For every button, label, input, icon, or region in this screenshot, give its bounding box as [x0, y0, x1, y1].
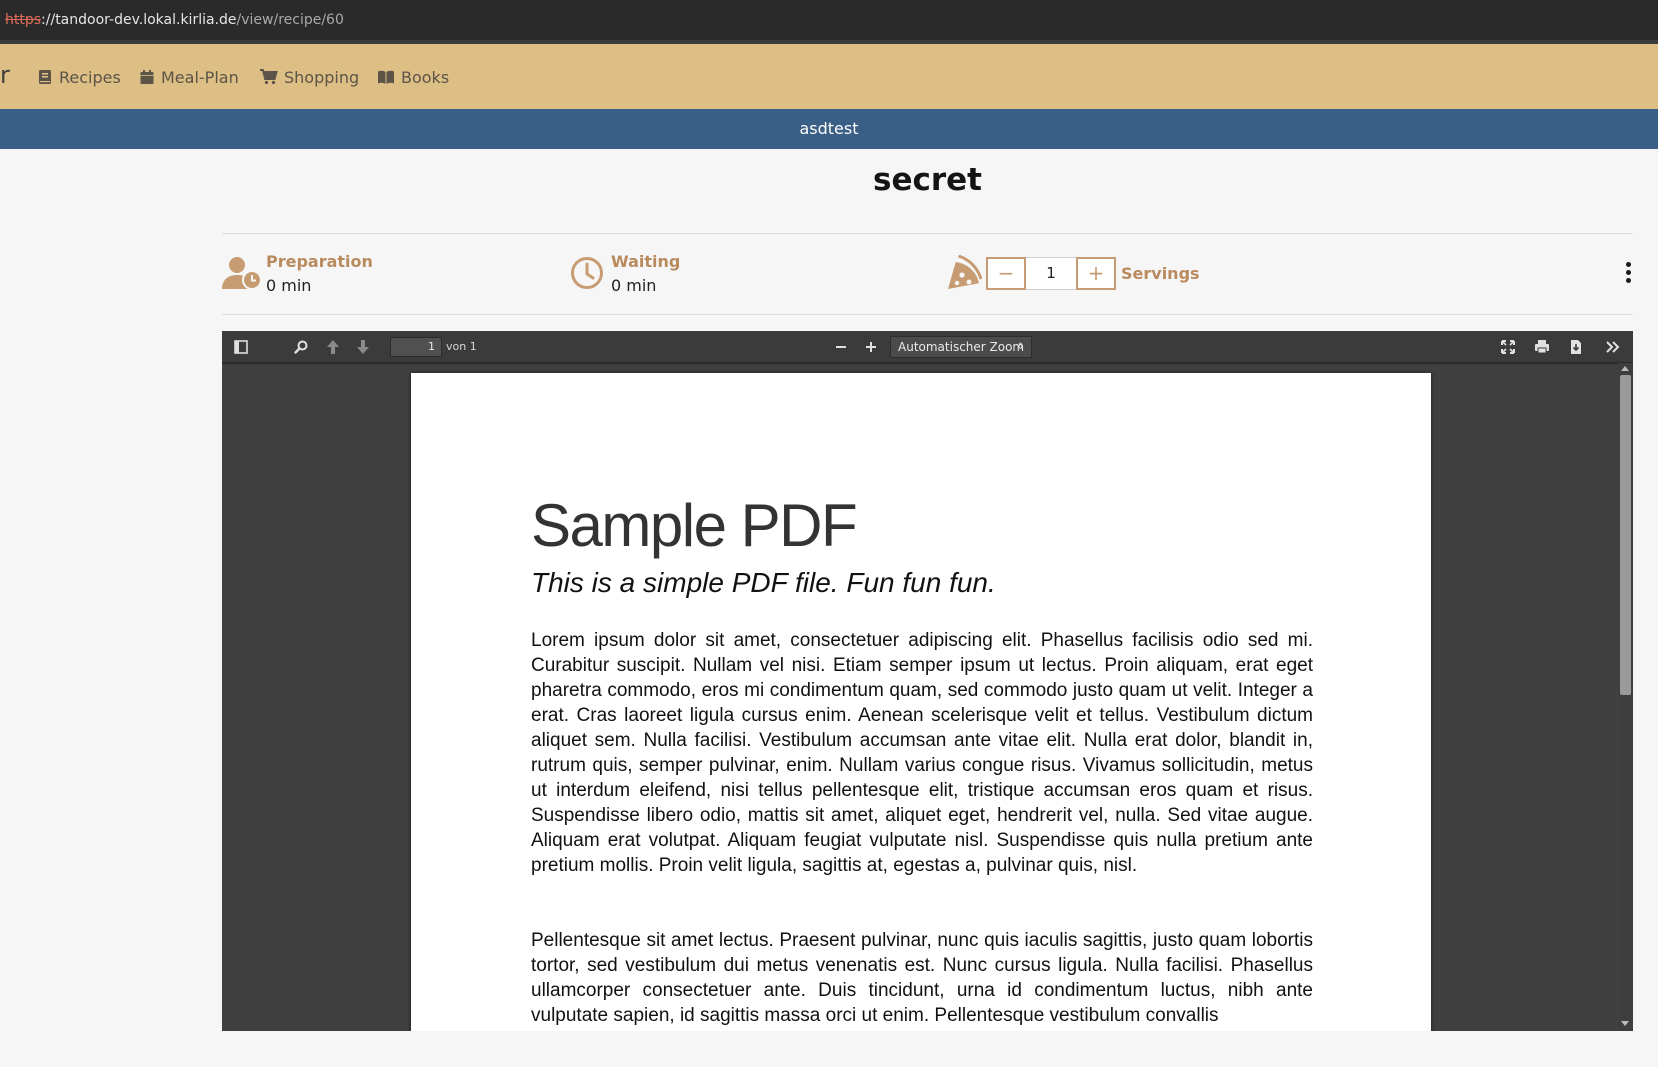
main-navbar: r Recipes Meal-Plan Shopping Books [0, 44, 1658, 109]
space-banner: asdtest [0, 109, 1658, 149]
pizza-slice-icon [946, 254, 983, 291]
page-number-input[interactable]: 1 [390, 337, 442, 357]
pdf-document-subtitle: This is a simple PDF file. Fun fun fun. [531, 567, 996, 598]
previous-page-icon[interactable] [322, 336, 344, 358]
search-icon[interactable] [290, 336, 312, 358]
servings-increase-button[interactable]: + [1076, 257, 1116, 290]
tools-expand-icon[interactable] [1602, 336, 1624, 358]
zoom-in-button[interactable] [860, 336, 882, 358]
zoom-select[interactable]: Automatischer Zoom ⇕ [890, 336, 1032, 358]
page-count-label: von 1 [446, 340, 477, 353]
more-options-icon[interactable] [1620, 260, 1636, 288]
pdf-page: Sample PDF This is a simple PDF file. Fu… [411, 373, 1431, 1031]
divider-bottom [222, 314, 1633, 315]
sidebar-toggle-icon[interactable] [230, 336, 252, 358]
preparation-label: Preparation [266, 252, 373, 271]
waiting-label: Waiting [611, 252, 681, 271]
book-icon [37, 69, 53, 85]
scroll-down-icon[interactable] [1621, 1021, 1629, 1026]
brand-logo-fragment[interactable]: r [0, 61, 10, 89]
select-caret-icon: ⇕ [1016, 342, 1024, 352]
user-clock-icon [222, 256, 264, 290]
waiting-value: 0 min [611, 276, 657, 295]
zoom-out-button[interactable] [830, 336, 852, 358]
zoom-select-value: Automatischer Zoom [898, 340, 1025, 354]
nav-item-recipes[interactable]: Recipes [37, 65, 121, 89]
pdf-toolbar: 1 von 1 Automatischer Zoom ⇕ [222, 331, 1633, 363]
nav-item-label: Meal-Plan [161, 67, 239, 87]
calendar-icon [139, 69, 155, 85]
url-path: /view/recipe/60 [236, 12, 344, 28]
servings-decrease-button[interactable]: − [986, 257, 1026, 290]
nav-item-label: Books [401, 67, 450, 87]
preparation-value: 0 min [266, 276, 312, 295]
scroll-thumb[interactable] [1620, 375, 1631, 695]
url-text[interactable]: https://tandoor-dev.lokal.kirlia.de/view… [5, 12, 344, 28]
nav-item-books[interactable]: Books [377, 65, 449, 89]
nav-item-label: Shopping [284, 67, 360, 87]
servings-input[interactable]: 1 [1026, 257, 1076, 290]
pdf-paragraph: Lorem ipsum dolor sit amet, consectetuer… [531, 630, 1313, 876]
scroll-up-icon[interactable] [1621, 366, 1629, 371]
divider-top [222, 233, 1633, 234]
recipe-title: secret [873, 162, 982, 198]
nav-item-shopping[interactable]: Shopping [260, 65, 359, 89]
nav-item-label: Recipes [59, 67, 121, 87]
print-icon[interactable] [1531, 336, 1553, 358]
url-scheme: https [5, 12, 42, 28]
pdf-scrollbar[interactable] [1618, 363, 1633, 1031]
pdf-viewer: 1 von 1 Automatischer Zoom ⇕ Sample PDF … [222, 331, 1633, 1031]
cart-icon [260, 69, 278, 85]
next-page-icon[interactable] [352, 336, 374, 358]
url-host: ://tandoor-dev.lokal.kirlia.de [41, 12, 237, 28]
download-icon[interactable] [1565, 336, 1587, 358]
clock-icon [570, 256, 604, 290]
servings-label: Servings [1121, 264, 1200, 283]
browser-url-bar[interactable]: https://tandoor-dev.lokal.kirlia.de/view… [0, 0, 1658, 44]
fullscreen-icon[interactable] [1497, 336, 1519, 358]
nav-item-meal-plan[interactable]: Meal-Plan [139, 65, 239, 89]
open-book-icon [377, 69, 395, 85]
pdf-paragraph: Pellentesque sit amet lectus. Praesent p… [531, 930, 1313, 1026]
pdf-document-title: Sample PDF [531, 492, 858, 559]
